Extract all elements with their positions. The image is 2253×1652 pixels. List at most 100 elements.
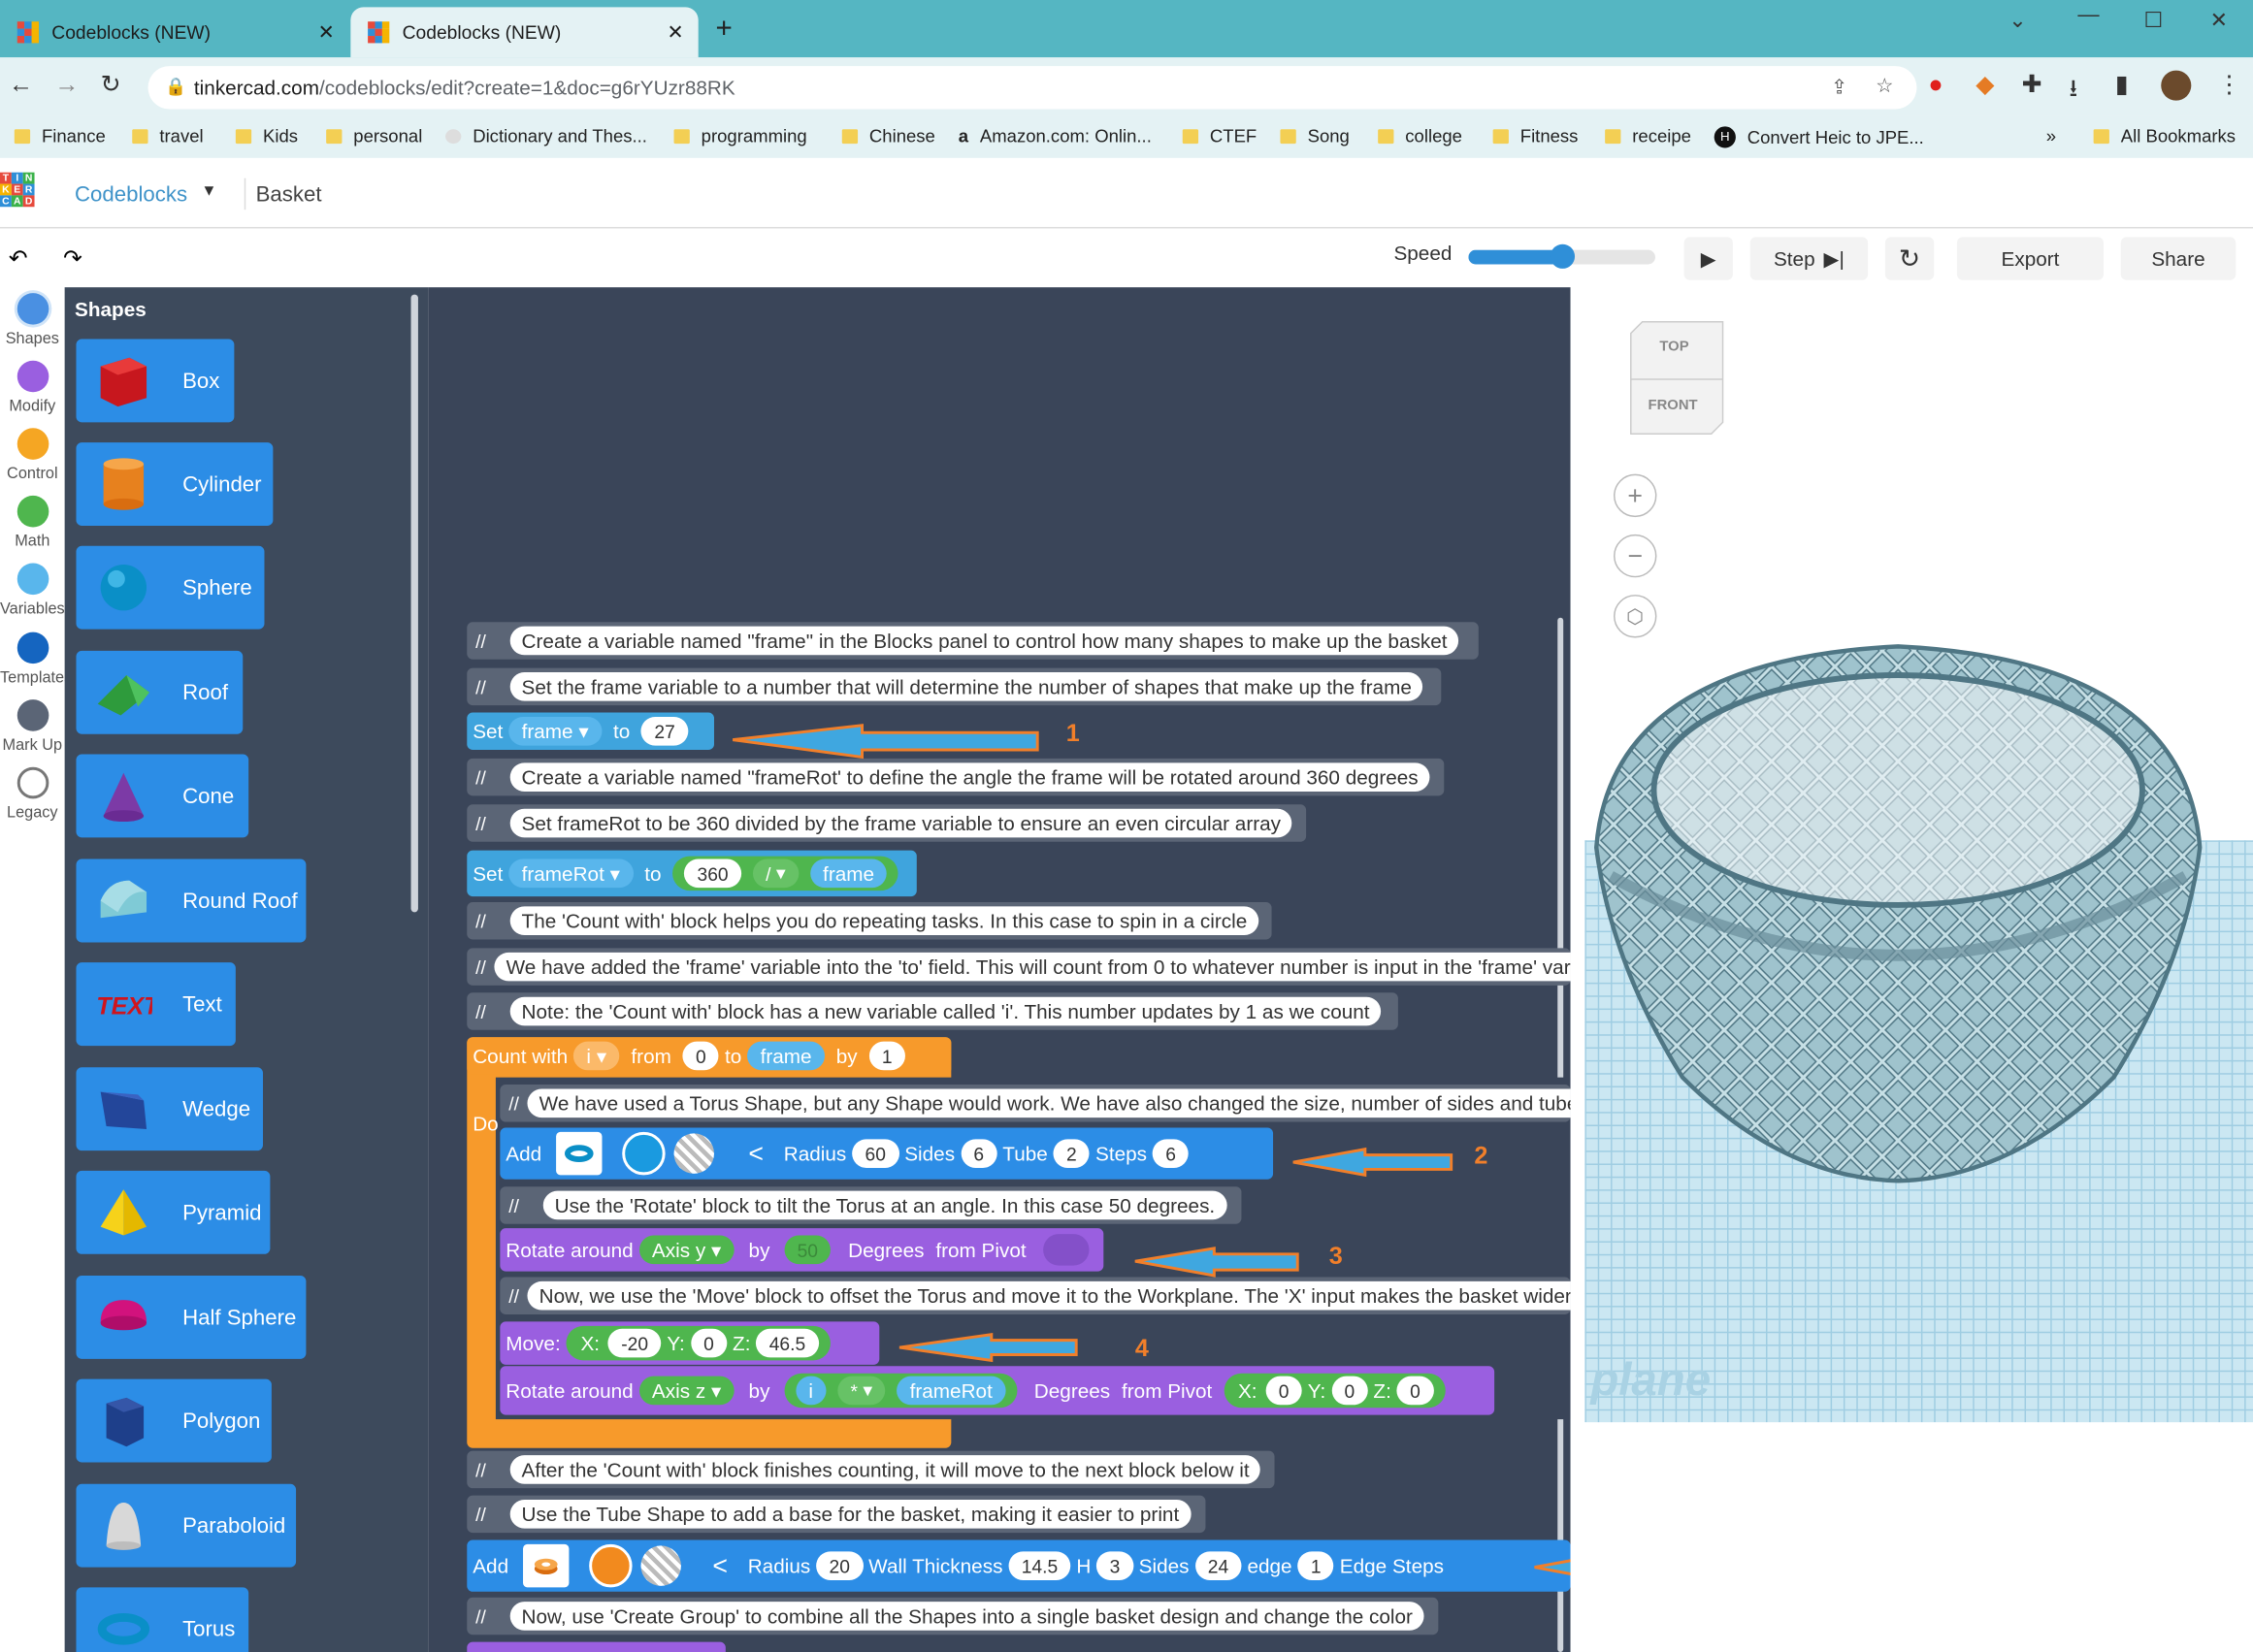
more-bookmarks-chevron[interactable]: » (2046, 126, 2056, 146)
category-modify[interactable]: Modify (0, 360, 65, 415)
frame-value-input[interactable]: 27 (641, 716, 689, 746)
comment-block[interactable]: //The 'Count with' block helps you do re… (467, 901, 1272, 940)
category-markup[interactable]: Mark Up (0, 699, 65, 754)
comment-block[interactable]: //Use the 'Rotate' block to tilt the Tor… (500, 1186, 1242, 1224)
zoom-in-button[interactable]: + (1614, 473, 1657, 518)
comment-block[interactable]: //Now, we use the 'Move' block to offset… (500, 1277, 1571, 1314)
set-frame-block[interactable]: Set frame ▾ to 27 (467, 712, 714, 751)
shape-block-paraboloid[interactable]: Paraboloid (76, 1483, 297, 1568)
shape-block-round-roof[interactable]: Round Roof (76, 858, 307, 943)
bookmark-item[interactable]: Dictionary and Thes... (445, 126, 647, 146)
tinkercad-logo[interactable]: TIN KER CAD (0, 172, 46, 218)
browser-tab-active[interactable]: Codeblocks (NEW) ✕ (350, 7, 699, 58)
window-close-icon[interactable]: ✕ (2210, 7, 2229, 33)
minimize-icon[interactable]: — (2077, 3, 2099, 27)
shape-block-box[interactable]: Box (76, 339, 235, 423)
bookmark-item[interactable]: CTEF (1182, 126, 1257, 146)
axis-y-dropdown[interactable]: Axis y ▾ (638, 1235, 735, 1265)
profile-avatar[interactable] (2161, 70, 2192, 101)
bookmark-item[interactable]: receipe (1605, 126, 1691, 146)
metamask-extension-icon[interactable]: ◆ (1975, 71, 1994, 100)
pivot-empty-slot[interactable] (1043, 1234, 1090, 1266)
bookmark-item[interactable]: a Amazon.com: Onlin... (959, 126, 1152, 146)
category-legacy[interactable]: Legacy (0, 766, 65, 822)
bookmark-item[interactable]: personal (326, 126, 422, 146)
comment-block[interactable]: //After the 'Count with' block finishes … (467, 1450, 1275, 1489)
share-button[interactable]: Share (2120, 237, 2237, 280)
bookmark-item[interactable]: travel (132, 126, 204, 146)
loop-variable-dropdown[interactable]: i ▾ (573, 1041, 620, 1071)
axis-z-dropdown[interactable]: Axis z ▾ (638, 1376, 735, 1406)
comment-block[interactable]: //Now, use 'Create Group' to combine all… (467, 1597, 1439, 1636)
shape-block-cone[interactable]: Cone (76, 754, 249, 838)
pivot-xyz-vector[interactable]: X: 0 Y: 0 Z: 0 (1224, 1373, 1446, 1409)
rotate-around-z-block[interactable]: Rotate around Axis z ▾ by i * ▾ frameRot Deg… (500, 1366, 1495, 1415)
3d-viewport[interactable]: plane TOP FRONT + − ⬡ (1570, 287, 2253, 1652)
hole-swatch[interactable] (673, 1133, 714, 1174)
comment-block[interactable]: //We have used a Torus Shape, but any Sh… (500, 1085, 1571, 1122)
move-block[interactable]: Move: X: -20 Y: 0 Z: 46.5 (500, 1321, 880, 1365)
bookmark-star-icon[interactable]: ☆ (1876, 74, 1894, 98)
close-tab-icon[interactable]: ✕ (318, 20, 335, 45)
shape-block-half-sphere[interactable]: Half Sphere (76, 1276, 307, 1359)
hole-swatch[interactable] (640, 1545, 681, 1586)
set-framerot-block[interactable]: Set frameRot ▾ to 360/ ▾ frame (467, 850, 917, 897)
speed-slider-knob[interactable] (1550, 243, 1576, 269)
view-cube[interactable]: TOP FRONT (1628, 319, 1726, 437)
redo-icon[interactable]: ↷ (63, 244, 82, 274)
bookmark-item[interactable]: Chinese (841, 126, 935, 146)
undo-icon[interactable]: ↶ (9, 244, 28, 274)
forward-arrow-icon[interactable]: → (54, 71, 79, 100)
framerot-variable-dropdown[interactable]: frameRot ▾ (508, 858, 634, 889)
mode-dropdown[interactable]: Codeblocks (75, 182, 187, 207)
comment-block[interactable]: //Create a variable named "frame" in the… (467, 622, 1479, 660)
category-variables[interactable]: Variables (0, 563, 65, 618)
extensions-puzzle-icon[interactable]: ✚ (2022, 71, 2042, 100)
url-omnibox[interactable]: 🔒 tinkercad.com/codeblocks/edit?create=1… (147, 66, 1917, 110)
category-templates[interactable]: Templates (0, 632, 72, 687)
divide-math-block[interactable]: 360/ ▾ frame (672, 856, 899, 891)
step-button[interactable]: Step ▶| (1749, 237, 1869, 280)
comment-block[interactable]: //Create a variable named "frameRot' to … (467, 758, 1445, 796)
caret-down-icon[interactable]: ▼ (201, 182, 216, 200)
comment-block[interactable]: //Note: the 'Count with' block has a new… (467, 992, 1398, 1030)
back-arrow-icon[interactable]: ← (9, 71, 33, 100)
category-math[interactable]: Math (0, 495, 65, 550)
maximize-icon[interactable]: ☐ (2143, 7, 2163, 33)
shape-block-roof[interactable]: Roof (76, 650, 244, 734)
shape-block-polygon[interactable]: Polygon (76, 1378, 272, 1463)
play-button[interactable]: ▶ (1683, 237, 1733, 280)
shape-block-pyramid[interactable]: Pyramid (76, 1170, 271, 1254)
download-icon[interactable]: ⭳ (2069, 71, 2077, 113)
count-with-header[interactable]: Count with i ▾ from 0 to frame by 1 (467, 1037, 952, 1075)
create-group-block[interactable] (467, 1641, 726, 1652)
bookmark-item[interactable]: Fitness (1492, 126, 1578, 146)
opera-extension-icon[interactable]: ● (1928, 71, 1943, 100)
bookmark-item[interactable]: Finance (14, 126, 106, 146)
browser-tab[interactable]: Codeblocks (NEW) ✕ (0, 7, 349, 57)
shape-block-torus[interactable]: Torus (76, 1587, 249, 1652)
code-workspace[interactable]: //Create a variable named "frame" in the… (428, 287, 1571, 1652)
bookmark-item[interactable]: college (1378, 126, 1462, 146)
viewcube-front-label[interactable]: FRONT (1649, 398, 1698, 413)
document-title[interactable]: Basket (256, 182, 322, 207)
shape-block-cylinder[interactable]: Cylinder (76, 442, 274, 526)
shape-block-text[interactable]: TEXTText (76, 962, 236, 1047)
all-bookmarks[interactable]: All Bookmarks (2093, 126, 2236, 146)
menu-dots-icon[interactable]: ⋮ (2217, 71, 2241, 100)
comment-block[interactable]: //Set the frame variable to a number tha… (467, 667, 1442, 706)
multiply-math-block[interactable]: i * ▾ frameRot (784, 1373, 1018, 1409)
category-shapes[interactable]: Shapes (0, 293, 65, 347)
palette-scrollbar[interactable] (410, 294, 418, 913)
share-page-icon[interactable]: ⇪ (1831, 75, 1847, 99)
zoom-out-button[interactable]: − (1614, 534, 1657, 578)
rotate-around-y-block[interactable]: Rotate around Axis y ▾ by 50 Degrees from P… (500, 1228, 1104, 1272)
category-control[interactable]: Control (0, 428, 65, 483)
move-xyz-vector[interactable]: X: -20 Y: 0 Z: 46.5 (566, 1325, 831, 1361)
reload-icon[interactable]: ↻ (101, 71, 121, 100)
viewcube-top-label[interactable]: TOP (1659, 339, 1688, 354)
tube-shape-thumbnail[interactable] (522, 1543, 570, 1588)
bookmark-item[interactable]: programming (673, 126, 807, 146)
color-swatch-blue[interactable] (622, 1131, 666, 1176)
basket-3d-model[interactable] (1582, 603, 2214, 1192)
